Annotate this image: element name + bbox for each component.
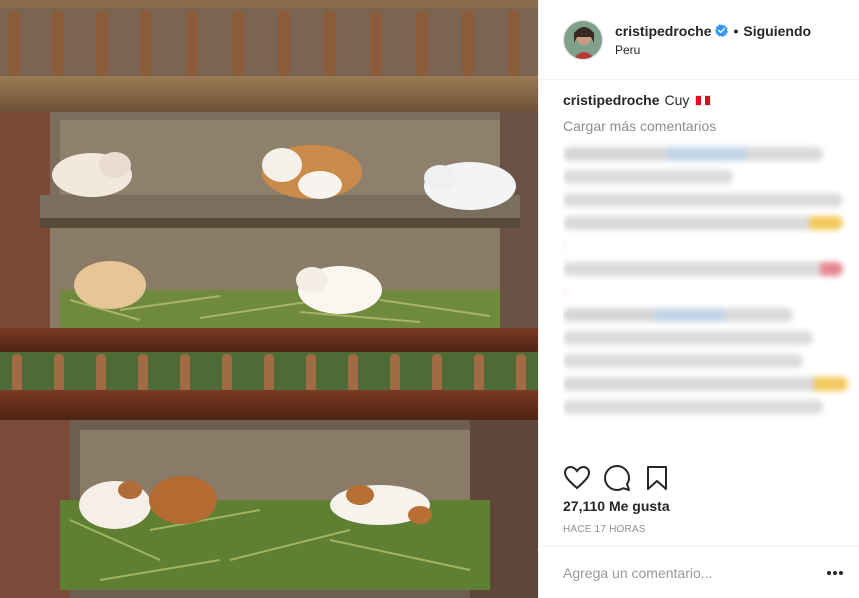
comment-button[interactable] [603,464,631,492]
username-link[interactable]: cristipedroche [615,23,711,39]
bookmark-icon [647,466,667,490]
post-photo[interactable] [0,0,538,598]
post-side-panel: cristipedroche • Siguiendo Peru cristipe… [538,0,859,598]
blurred-comment [563,239,577,253]
heart-icon [564,466,590,490]
blurred-comment [563,170,733,184]
blurred-comment [563,193,843,207]
add-comment-bar [539,546,859,598]
more-options-button[interactable] [823,561,847,585]
blurred-comment [563,377,848,391]
comments-list[interactable] [563,138,853,458]
comment-bubble-icon [604,465,630,491]
ellipsis-icon [827,570,843,575]
post-timestamp[interactable]: HACE 17 HORAS [563,524,646,535]
load-more-comments-button[interactable]: Cargar más comentarios [539,108,859,134]
avatar-image [564,20,602,59]
caption-text: Cuy [664,92,690,108]
blurred-comment [563,400,823,414]
guinea-pigs-photo [0,0,538,598]
blurred-comment [563,285,577,299]
separator-dot: • [733,22,739,39]
post-caption: cristipedroche Cuy [539,80,859,108]
blurred-comment [563,147,823,161]
action-bar [563,462,847,494]
blurred-comment [563,331,813,345]
verified-badge-icon [715,24,729,37]
blurred-comment [563,308,793,322]
blurred-comment [563,262,843,276]
caption-username[interactable]: cristipedroche [563,92,659,108]
header-text: cristipedroche • Siguiendo Peru [615,23,811,57]
avatar[interactable] [563,19,603,60]
following-button[interactable]: Siguiendo [743,23,811,39]
location-link[interactable]: Peru [615,43,811,57]
like-count[interactable]: 27,110 Me gusta [563,498,670,514]
save-button[interactable] [643,464,671,492]
comment-input[interactable] [563,564,823,581]
header-line: cristipedroche • Siguiendo [615,23,811,39]
blurred-comment [563,216,843,230]
peru-flag-icon [695,94,712,106]
blurred-comment [563,354,803,368]
post-header: cristipedroche • Siguiendo Peru [539,0,859,80]
like-button[interactable] [563,464,591,492]
